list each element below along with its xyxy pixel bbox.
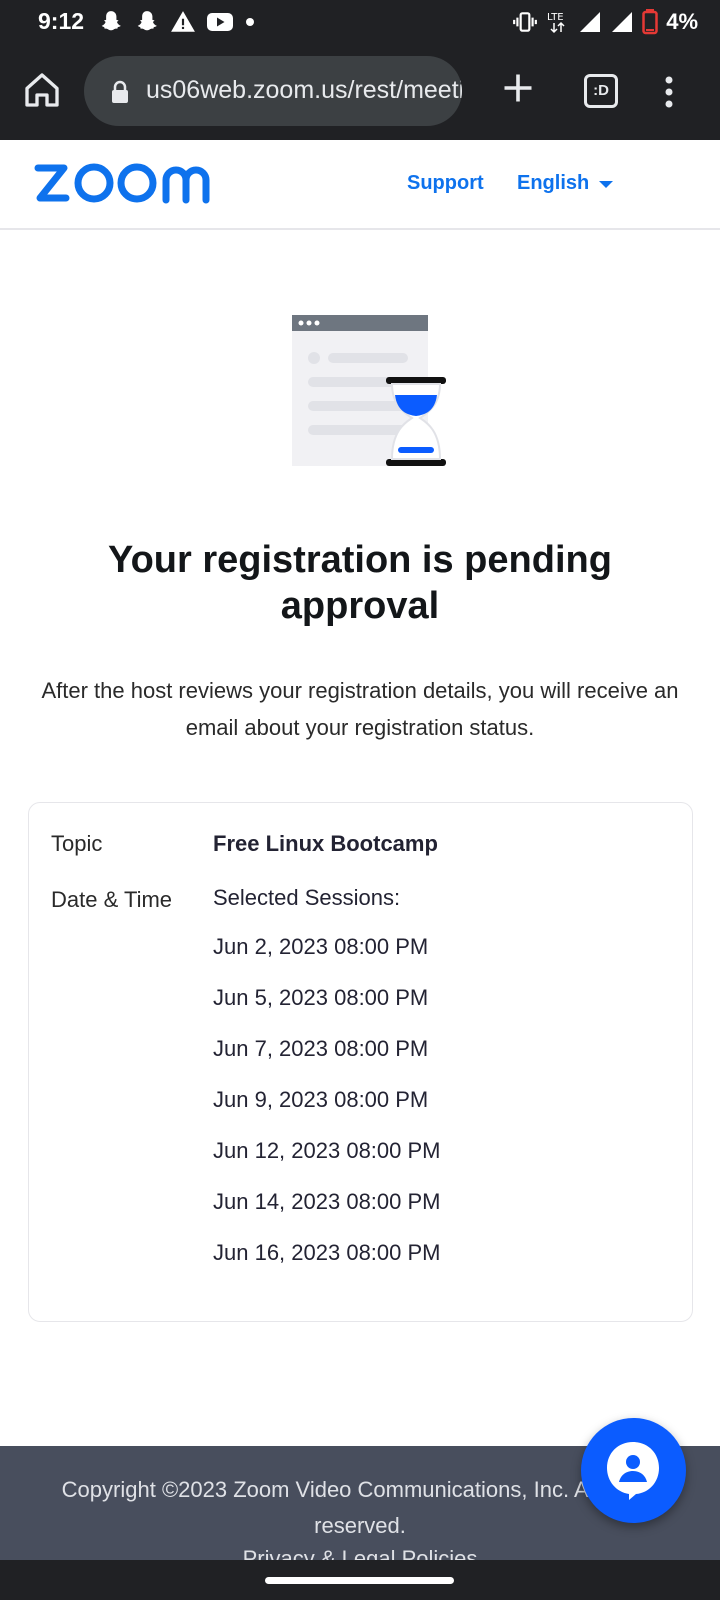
dot-icon (246, 18, 254, 26)
signal-icon (612, 12, 633, 32)
pending-hourglass-illustration (292, 315, 446, 466)
support-link[interactable]: Support (407, 172, 484, 195)
session-item: Jun 12, 2023 08:00 PM (213, 1138, 441, 1163)
page-title: Your registration is pending approval (108, 539, 612, 627)
home-icon[interactable] (22, 70, 62, 110)
chat-support-button[interactable] (581, 1418, 686, 1523)
battery-percent: 4% (666, 9, 698, 34)
caret-down-icon (599, 181, 614, 188)
sessions-heading: Selected Sessions: (213, 885, 401, 910)
home-gesture-handle[interactable] (265, 1577, 454, 1584)
session-item: Jun 2, 2023 08:00 PM (213, 934, 429, 959)
session-item: Jun 14, 2023 08:00 PM (213, 1189, 441, 1214)
battery-low-icon (642, 9, 658, 35)
status-time: 9:12 (38, 8, 85, 34)
new-tab-icon[interactable] (500, 70, 536, 106)
language-selector[interactable]: English (517, 172, 614, 195)
vibrate-icon (513, 12, 538, 32)
address-bar[interactable]: us06web.zoom.us/rest/meeting/register (84, 56, 462, 126)
lte-icon: LTE (547, 12, 565, 34)
youtube-icon (207, 13, 233, 31)
browser-toolbar: us06web.zoom.us/rest/meeting/register :D (0, 46, 720, 140)
session-item: Jun 9, 2023 08:00 PM (213, 1087, 429, 1112)
more-options-icon[interactable] (664, 76, 674, 108)
registration-details-card: Topic Free Linux Bootcamp Date & Time Se… (28, 802, 693, 1322)
session-list: Jun 2, 2023 08:00 PM Jun 5, 2023 08:00 P… (213, 921, 441, 1278)
datetime-label: Date & Time (51, 887, 173, 912)
warning-icon (171, 11, 195, 32)
site-header: zoom Support English (0, 140, 720, 230)
privacy-legal-link[interactable]: Privacy & Legal Policies (0, 1546, 720, 1560)
status-bar: 9:12 LTE 4% (0, 0, 720, 46)
tab-switcher-button[interactable]: :D (584, 74, 618, 108)
session-item: Jun 7, 2023 08:00 PM (213, 1036, 429, 1061)
system-icons: LTE 4% (512, 9, 698, 35)
system-navigation-bar (0, 1560, 720, 1600)
url-text[interactable]: us06web.zoom.us/rest/meeting/register (146, 76, 462, 105)
snapchat-icon (137, 11, 157, 31)
snapchat-icon (101, 11, 121, 31)
language-label: English (517, 172, 590, 194)
svg-text:LTE: LTE (547, 12, 564, 23)
session-item: Jun 16, 2023 08:00 PM (213, 1240, 441, 1265)
topic-value: Free Linux Bootcamp (213, 831, 438, 856)
status-message: After the host reviews your registration… (41, 678, 679, 740)
chat-bot-icon (607, 1442, 659, 1500)
zoom-logo[interactable]: zoom (34, 160, 230, 206)
signal-icon (580, 12, 601, 32)
lock-icon[interactable] (110, 80, 130, 104)
notification-icons (98, 9, 256, 35)
session-item: Jun 5, 2023 08:00 PM (213, 985, 429, 1010)
topic-label: Topic (51, 831, 103, 856)
